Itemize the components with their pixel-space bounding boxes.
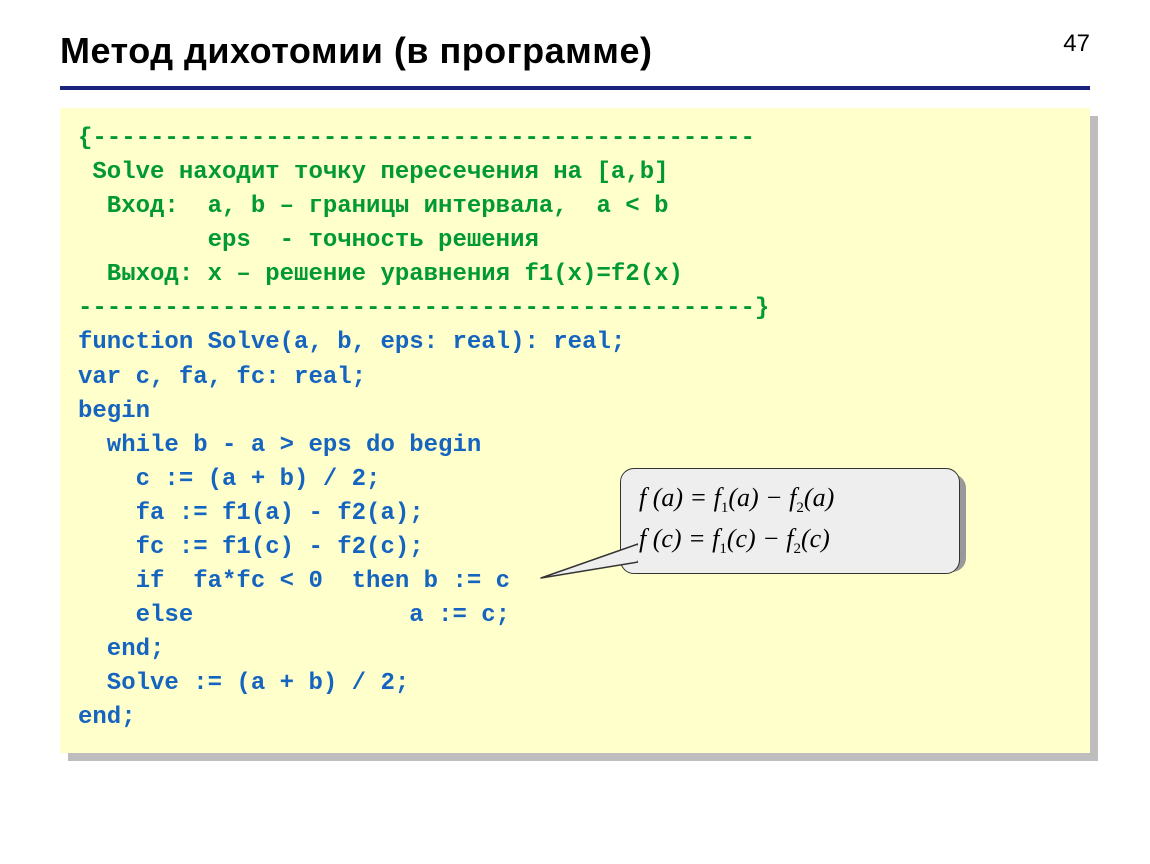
code-comment: Solve находит точку пересечения на [a,b]: [78, 156, 1072, 190]
code-comment: {---------------------------------------…: [78, 122, 1072, 156]
code-comment: Выход: x – решение уравнения f1(x)=f2(x): [78, 258, 1072, 292]
page-title: Метод дихотомии (в программе): [60, 30, 1090, 90]
slide: 47 Метод дихотомии (в программе) {------…: [0, 0, 1150, 864]
code-line: else a := c;: [78, 599, 1072, 633]
code-line: function Solve(a, b, eps: real): real;: [78, 326, 1072, 360]
code-block: {---------------------------------------…: [60, 108, 1090, 753]
formula-line-2: f (c) = f1(c) − f2(c): [639, 520, 941, 561]
code-block-container: {---------------------------------------…: [60, 108, 1090, 753]
code-line: begin: [78, 395, 1072, 429]
code-line: while b - a > eps do begin: [78, 429, 1072, 463]
code-comment: eps - точность решения: [78, 224, 1072, 258]
formula-callout: f (a) = f1(a) − f2(a) f (c) = f1(c) − f2…: [620, 468, 960, 574]
callout-box: f (a) = f1(a) − f2(a) f (c) = f1(c) − f2…: [620, 468, 960, 574]
code-line: var c, fa, fc: real;: [78, 361, 1072, 395]
code-line: end;: [78, 633, 1072, 667]
code-comment: ----------------------------------------…: [78, 292, 1072, 326]
page-number: 47: [1063, 30, 1090, 58]
formula-line-1: f (a) = f1(a) − f2(a): [639, 479, 941, 520]
code-line: Solve := (a + b) / 2;: [78, 667, 1072, 701]
callout-tail-icon: [538, 542, 638, 582]
code-line: end;: [78, 701, 1072, 735]
code-comment: Вход: a, b – границы интервала, a < b: [78, 190, 1072, 224]
